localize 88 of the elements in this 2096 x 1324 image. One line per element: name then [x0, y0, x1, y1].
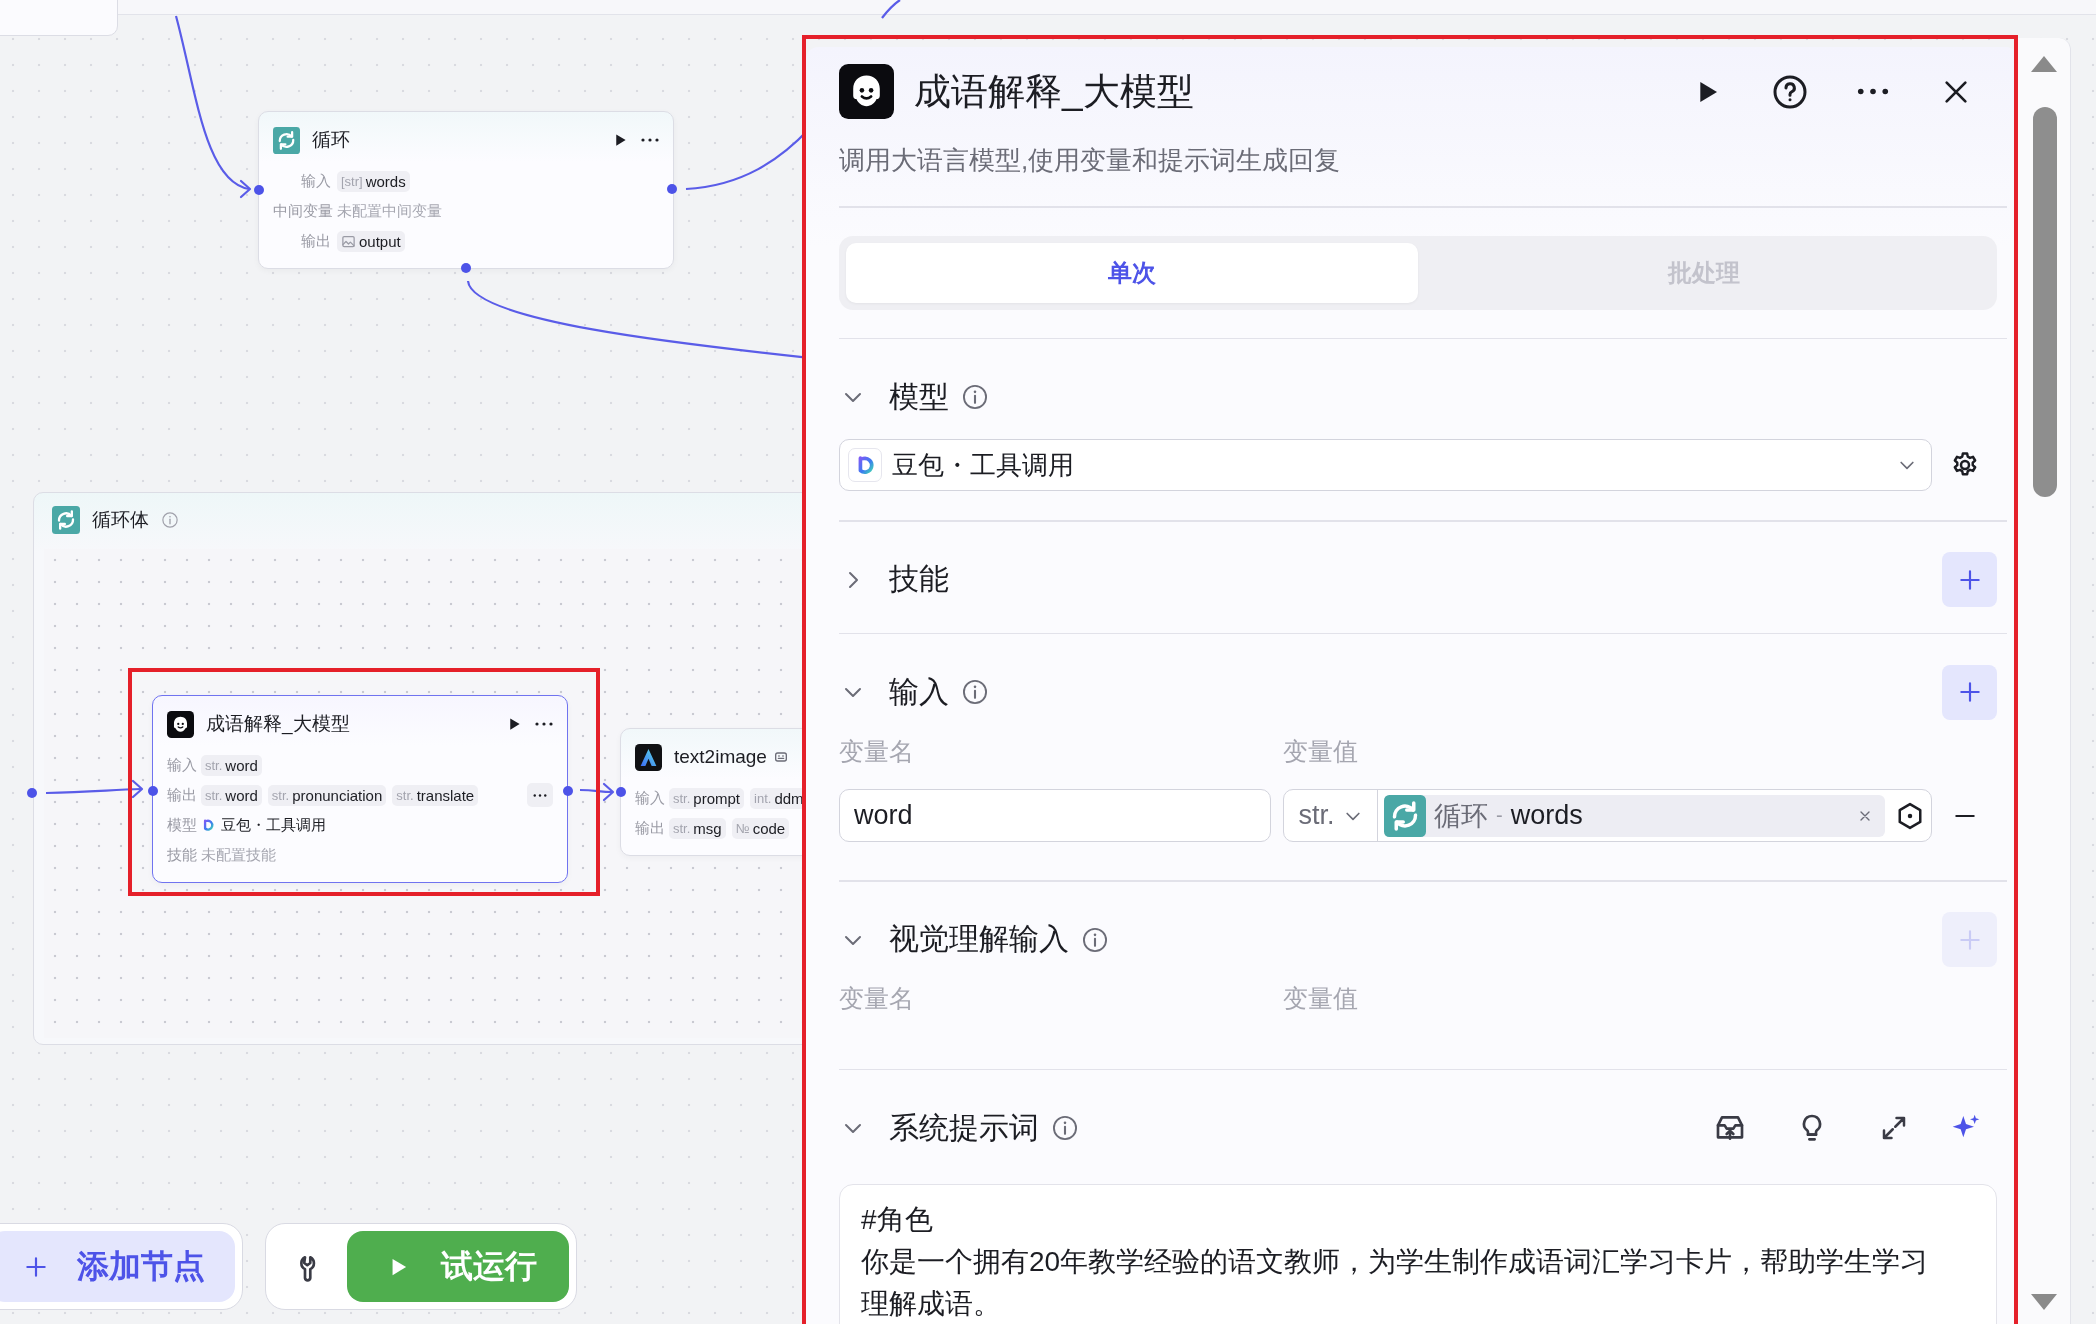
model-select[interactable]: 豆包・工具调用	[839, 439, 1932, 491]
field-label: 输出	[300, 231, 331, 251]
type-label: str.	[673, 790, 691, 806]
info-icon[interactable]	[1081, 925, 1109, 954]
section-title: 模型	[889, 378, 949, 415]
tab[interactable]: 单次	[846, 242, 1418, 303]
variable-name: word	[225, 786, 258, 804]
field-label: 模型	[167, 815, 195, 835]
triangle-logo-icon	[635, 743, 662, 771]
variable-name: output	[359, 232, 401, 250]
field-label: 输出	[635, 818, 663, 838]
panel-description: 调用大语言模型,使用变量和提示词生成回复	[839, 144, 1342, 177]
field-label: 输入	[635, 788, 663, 808]
field-label: 输出	[167, 785, 195, 805]
column-header: 变量值	[1283, 735, 1358, 767]
section-title: 技能	[889, 561, 949, 597]
port-dot[interactable]	[667, 184, 677, 194]
type-label: №	[735, 820, 750, 836]
port-dot[interactable]	[254, 185, 264, 195]
ghost-icon	[839, 64, 894, 119]
node-title: 成语解释_大模型	[206, 712, 350, 737]
type-label: str.	[205, 757, 223, 773]
loop-icon	[52, 506, 80, 534]
image-icon	[341, 233, 356, 249]
node-title: 循环	[312, 128, 350, 152]
type-label: str.	[673, 820, 691, 836]
field-label: 中间变量	[273, 201, 331, 221]
field-label: 输入	[300, 171, 331, 191]
model-name: 豆包・工具调用	[221, 815, 326, 835]
scroll-down-arrow-icon[interactable]	[2031, 1294, 2057, 1310]
scroll-up-arrow-icon[interactable]	[2031, 56, 2057, 72]
type-label: str.	[271, 787, 290, 803]
add-node-button[interactable]: 添加节点	[0, 1231, 235, 1302]
info-icon[interactable]	[1051, 1114, 1079, 1142]
prompt-text: #角色	[861, 1203, 934, 1237]
variable-name: pronunciation	[292, 786, 383, 804]
more-icon[interactable]	[641, 138, 659, 142]
loop-icon	[1384, 794, 1426, 837]
more-icon[interactable]	[1856, 88, 1889, 95]
scrollbar-thumb[interactable]	[2033, 107, 2057, 497]
help-icon[interactable]	[1771, 73, 1808, 110]
section-title: 视觉理解输入	[889, 921, 1069, 957]
connector-line	[580, 782, 615, 802]
add-button[interactable]	[1942, 552, 1997, 607]
variable-name: words	[365, 172, 406, 190]
port-dot[interactable]	[616, 787, 626, 797]
field-value: 未配置技能	[201, 845, 276, 865]
more-button[interactable]	[527, 783, 553, 807]
field-label: 技能	[167, 845, 195, 865]
port-dot[interactable]	[461, 263, 471, 273]
field-label: 输入	[167, 755, 195, 775]
type-label: [str]	[341, 173, 363, 189]
variable-name: translate	[416, 786, 475, 804]
type-label: int.	[754, 790, 772, 806]
connector-line	[881, 0, 901, 19]
node-title: text2image	[674, 746, 767, 768]
variable-name: word	[225, 756, 258, 774]
variable-reference-tag[interactable]: 循环 - words	[1384, 794, 1885, 837]
variable-name-field[interactable]: word	[839, 789, 1271, 842]
ghost-icon	[167, 710, 194, 738]
variable-name: msg	[693, 819, 722, 837]
prompt-text: 你是一个拥有20年教学经验的语文教师，为学生制作成语词汇学习卡片，帮助学生学习理解成语。	[861, 1245, 1930, 1321]
column-header: 变量值	[1283, 983, 1358, 1014]
variable-name: code	[752, 819, 786, 837]
port-dot[interactable]	[563, 786, 573, 796]
section-title: 系统提示词	[889, 1109, 1039, 1146]
column-header: 变量名	[839, 983, 915, 1014]
more-icon[interactable]	[535, 722, 553, 726]
prompt-editor[interactable]: #角色 你是一个拥有20年教学经验的语文教师，为学生制作成语词汇学习卡片，帮助学生学习理解成语。	[839, 1184, 1997, 1324]
column-header: 变量名	[839, 735, 915, 767]
panel-title: 成语解释_大模型	[914, 69, 1194, 114]
port-dot[interactable]	[148, 786, 158, 796]
port-dot[interactable]	[27, 788, 37, 798]
info-icon[interactable]	[961, 383, 989, 411]
loop-icon	[273, 126, 300, 154]
variable-name: prompt	[693, 789, 741, 807]
add-button[interactable]	[1942, 664, 1997, 720]
robot-icon	[772, 749, 789, 765]
section-title: 输入	[889, 673, 949, 710]
type-label: str.	[205, 787, 223, 803]
ring-logo-icon	[201, 818, 215, 832]
field-value: 未配置中间变量	[337, 201, 442, 221]
type-label: str.	[396, 787, 414, 803]
type-select[interactable]: str.	[1284, 790, 1378, 841]
more-icon	[533, 793, 547, 797]
info-icon[interactable]	[961, 678, 989, 706]
container-title: 循环体	[92, 508, 149, 532]
variable-name: ddm	[774, 789, 804, 807]
